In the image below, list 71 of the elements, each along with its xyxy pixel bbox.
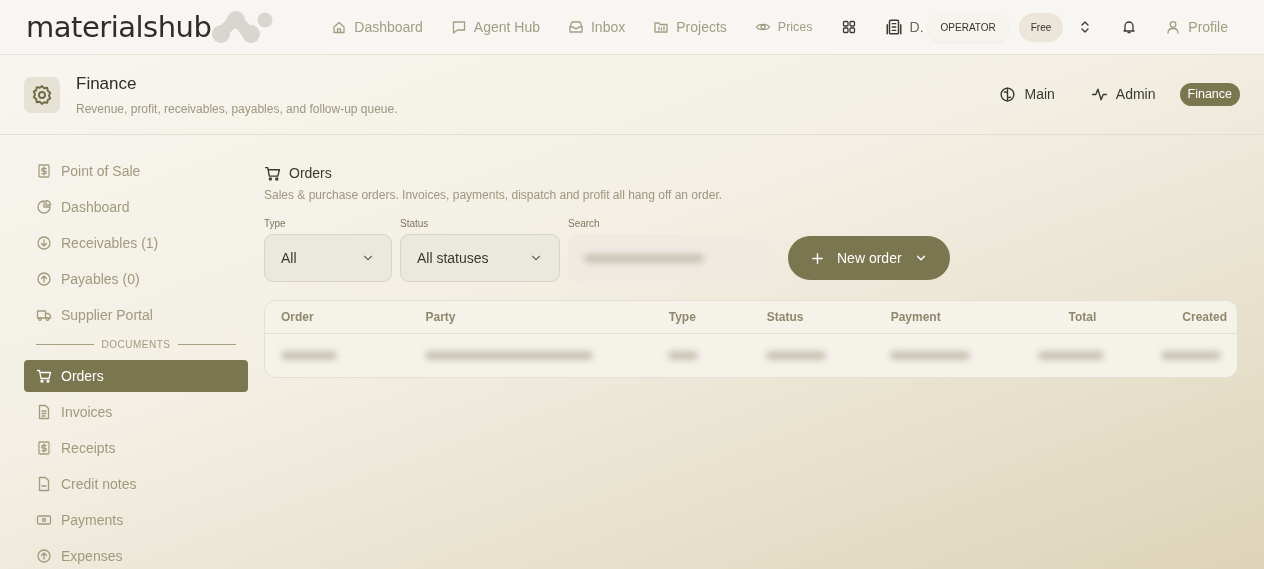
column-header[interactable]: Status bbox=[750, 301, 875, 333]
organization-switcher[interactable]: D. bbox=[884, 16, 924, 38]
redacted-text bbox=[1038, 351, 1105, 360]
folder-icon bbox=[653, 19, 670, 35]
truck-icon bbox=[36, 307, 52, 323]
logo-text[interactable]: materialshub bbox=[26, 12, 212, 42]
inbox-tray-icon bbox=[568, 19, 584, 35]
document-icon bbox=[36, 404, 52, 420]
sidebar-item[interactable]: Point of Sale bbox=[24, 155, 248, 187]
arrow-down-circle-icon bbox=[36, 235, 52, 251]
nav-link[interactable]: Inbox bbox=[568, 16, 626, 38]
document-minus-icon bbox=[36, 476, 52, 492]
section-heading: DOCUMENTS bbox=[101, 338, 171, 352]
workspace-tab[interactable]: Admin bbox=[1090, 84, 1156, 105]
pulse-icon bbox=[1090, 86, 1108, 103]
nav-link[interactable]: Projects bbox=[653, 16, 727, 38]
sidebar-item[interactable]: Invoices bbox=[24, 396, 248, 428]
new-order-button[interactable]: New order bbox=[788, 236, 950, 280]
column-header[interactable]: Payment bbox=[874, 301, 1024, 333]
sidebar-item[interactable]: Orders bbox=[24, 360, 248, 392]
chat-bubble-icon bbox=[450, 19, 467, 35]
column-header[interactable]: Created bbox=[1112, 301, 1237, 333]
page-subtitle: Revenue, profit, receivables, payables, and follow-up queue. bbox=[76, 100, 398, 118]
redacted-text bbox=[766, 351, 827, 360]
nav-link[interactable]: Agent Hub bbox=[450, 16, 540, 38]
dollar-receipt-icon bbox=[36, 440, 52, 456]
column-header[interactable]: Type bbox=[652, 301, 751, 333]
redacted-text bbox=[668, 351, 699, 360]
field-label: Search bbox=[568, 217, 601, 231]
nav-link[interactable]: Profile bbox=[1165, 16, 1228, 38]
workspace-tab[interactable]: Finance bbox=[1179, 83, 1240, 106]
nav-link[interactable]: Dashboard bbox=[331, 16, 423, 38]
settings-icon bbox=[31, 83, 53, 106]
select-field[interactable]: All bbox=[264, 234, 392, 282]
sidebar-item[interactable]: Credit notes bbox=[24, 468, 248, 500]
section-title: Orders bbox=[289, 164, 332, 183]
cart-icon bbox=[264, 165, 281, 182]
workspace-tab[interactable]: Main bbox=[999, 84, 1055, 105]
column-header[interactable]: Order bbox=[265, 301, 410, 333]
building-icon bbox=[884, 18, 903, 36]
select-field[interactable]: All statuses bbox=[400, 234, 560, 282]
column-header[interactable]: Total bbox=[1023, 301, 1113, 333]
sidebar-item[interactable]: Receipts bbox=[24, 432, 248, 464]
dollar-receipt-icon bbox=[36, 163, 52, 179]
sidebar-item[interactable]: Payments bbox=[24, 504, 248, 536]
home-icon bbox=[331, 19, 348, 35]
column-header[interactable]: Party bbox=[409, 301, 653, 333]
plan-badge: Free bbox=[1018, 12, 1064, 42]
user-icon bbox=[1165, 19, 1182, 35]
sidebar-item[interactable]: Dashboard bbox=[24, 191, 248, 223]
field-label: Type bbox=[264, 217, 287, 231]
arrow-up-circle-icon bbox=[36, 271, 52, 287]
field-label: Status bbox=[400, 217, 430, 231]
role-badge: OPERATOR bbox=[927, 12, 1009, 42]
sidebar-item[interactable]: Supplier Portal bbox=[24, 299, 248, 331]
logo-mark-icon bbox=[211, 10, 274, 44]
page-title: Finance bbox=[76, 73, 138, 96]
pie-chart-icon bbox=[36, 199, 52, 215]
sidebar-item[interactable]: Payables (0) bbox=[24, 263, 248, 295]
redacted-text bbox=[1161, 351, 1221, 360]
sidebar-item[interactable]: Expenses bbox=[24, 540, 248, 569]
cart-icon bbox=[36, 368, 52, 384]
grid-icon[interactable] bbox=[840, 19, 857, 35]
banknote-icon bbox=[36, 512, 52, 528]
redacted-text bbox=[281, 351, 337, 360]
search-field[interactable] bbox=[568, 234, 772, 282]
nav-link[interactable]: Prices bbox=[754, 17, 813, 37]
sidebar-item[interactable]: Receivables (1) bbox=[24, 227, 248, 259]
section-description: Sales & purchase orders. Invoices, payments, dispatch and profit all hang off an order. bbox=[264, 187, 724, 204]
plus-icon bbox=[810, 250, 825, 266]
arrow-up-circle-icon bbox=[36, 548, 52, 564]
